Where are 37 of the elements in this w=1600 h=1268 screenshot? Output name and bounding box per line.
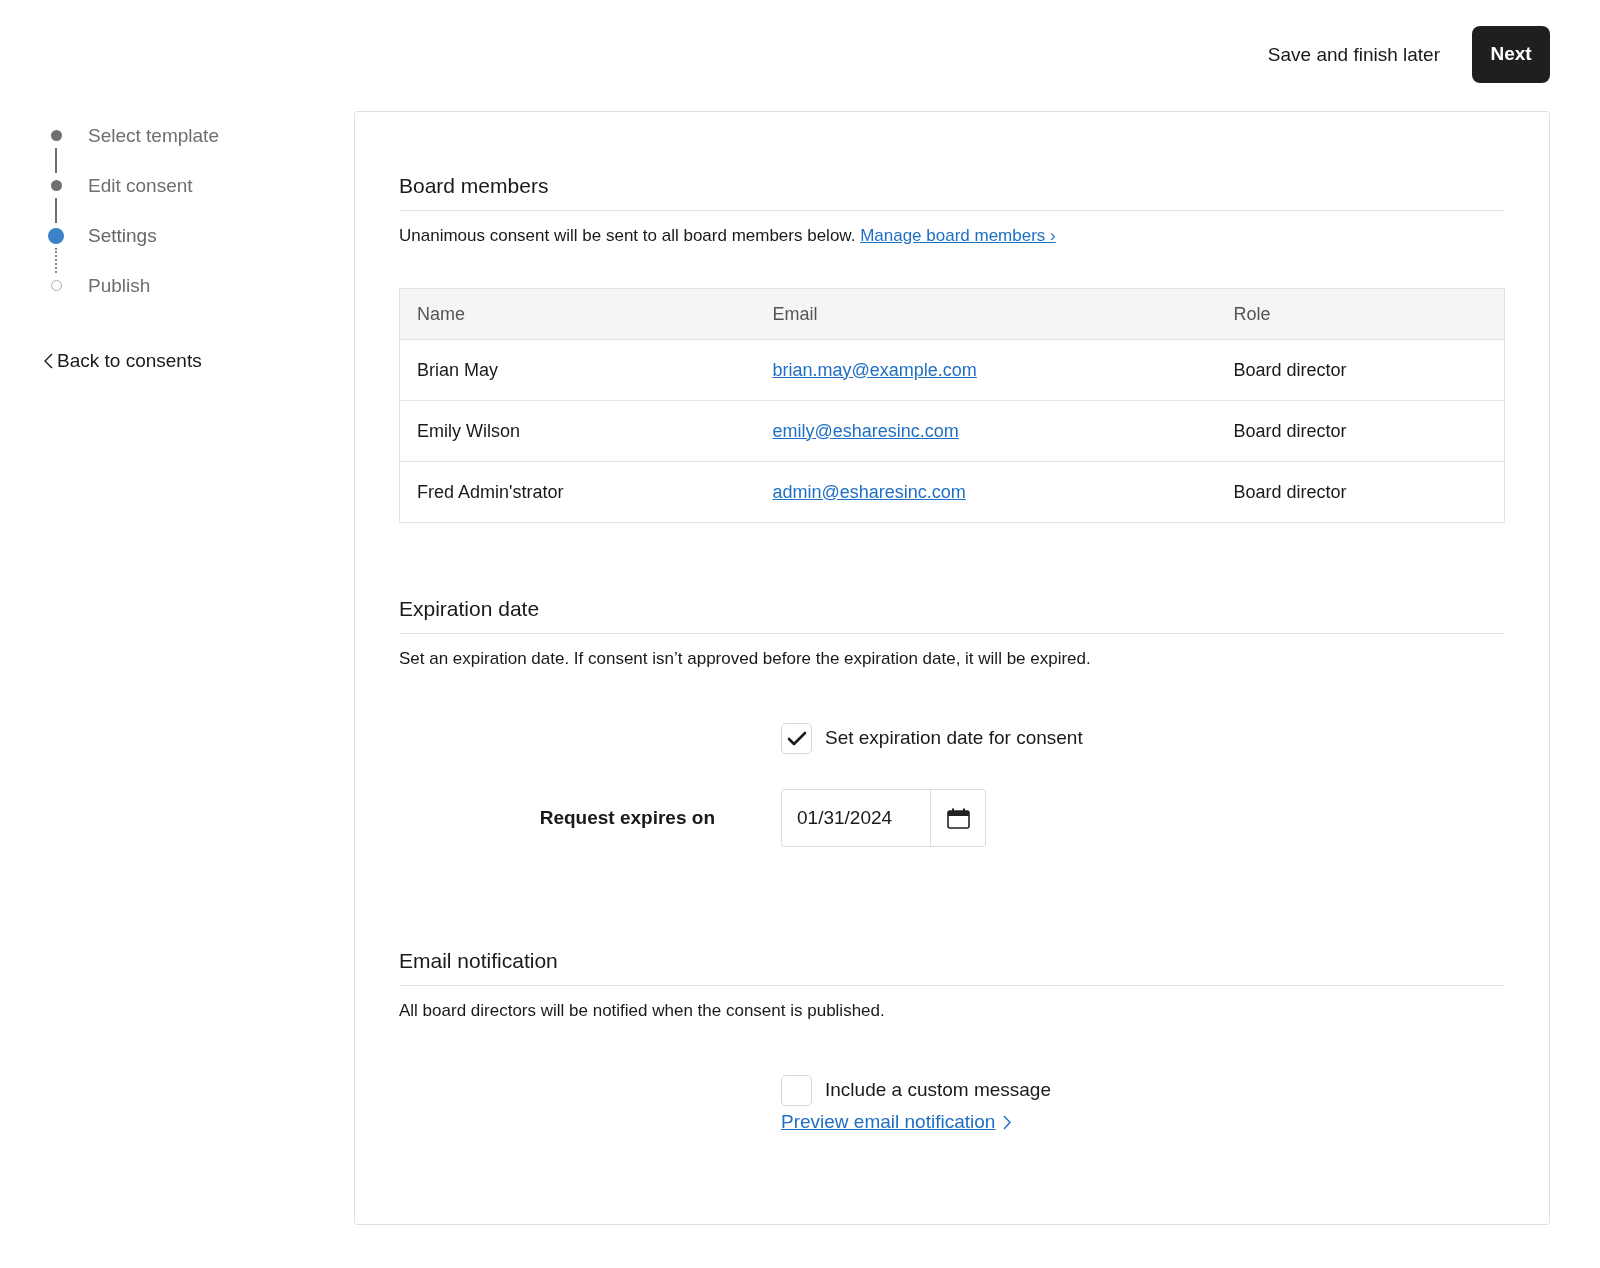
table-cell: Emily Wilson [399, 400, 756, 462]
step-label[interactable]: Settings [88, 223, 157, 273]
calendar-icon [946, 807, 970, 829]
table-cell: Board director [1216, 461, 1505, 523]
step-label[interactable]: Edit consent [88, 173, 193, 223]
section-heading: Expiration date [399, 593, 1505, 634]
table-cell: Board director [1216, 400, 1505, 462]
table-cell: Board director [1216, 339, 1505, 401]
checkbox[interactable] [781, 723, 812, 754]
date-label: Request expires on [538, 805, 716, 830]
chevron-left-icon [44, 353, 53, 370]
checkmark-icon [786, 730, 807, 747]
step-label[interactable]: Select template [88, 123, 219, 173]
column-header: Email [755, 288, 1217, 340]
step-label[interactable]: Publish [88, 273, 151, 323]
table-cell: Brian May [399, 339, 756, 401]
checkbox[interactable] [781, 1075, 812, 1106]
preview-email-link[interactable]: Preview email notification [781, 1108, 1012, 1137]
checkbox-label: Set expiration date for consent [825, 726, 1083, 751]
checkbox-label: Include a custom message [825, 1078, 1051, 1103]
section-heading: Board members [399, 170, 1505, 211]
section-description: Set an expiration date. If consent isn’t approved before the expiration date, it will be expired. [399, 647, 1092, 670]
manage-members-link[interactable]: Manage board members › [860, 225, 1056, 245]
save-later-button[interactable]: Save and finish later [1267, 41, 1440, 70]
date-field[interactable]: 01/31/2024 [781, 789, 986, 847]
table-cell: Fred Admin'strator [399, 461, 756, 523]
section-heading: Email notification [399, 945, 1505, 986]
section-description: All board directors will be notified when the consent is published. [399, 999, 886, 1022]
back-link[interactable]: Back to consents [44, 347, 354, 376]
section-description: Unanimous consent will be sent to all board members below. Manage board members › [399, 224, 1057, 247]
email-link[interactable]: emily@esharesinc.com [755, 400, 1217, 462]
email-link[interactable]: brian.may@example.com [755, 339, 1217, 401]
column-header: Name [399, 288, 756, 340]
column-header: Role [1216, 288, 1505, 340]
email-link[interactable]: admin@esharesinc.com [755, 461, 1217, 523]
chevron-right-icon [1003, 1114, 1012, 1130]
next-button[interactable]: Next [1472, 26, 1550, 83]
